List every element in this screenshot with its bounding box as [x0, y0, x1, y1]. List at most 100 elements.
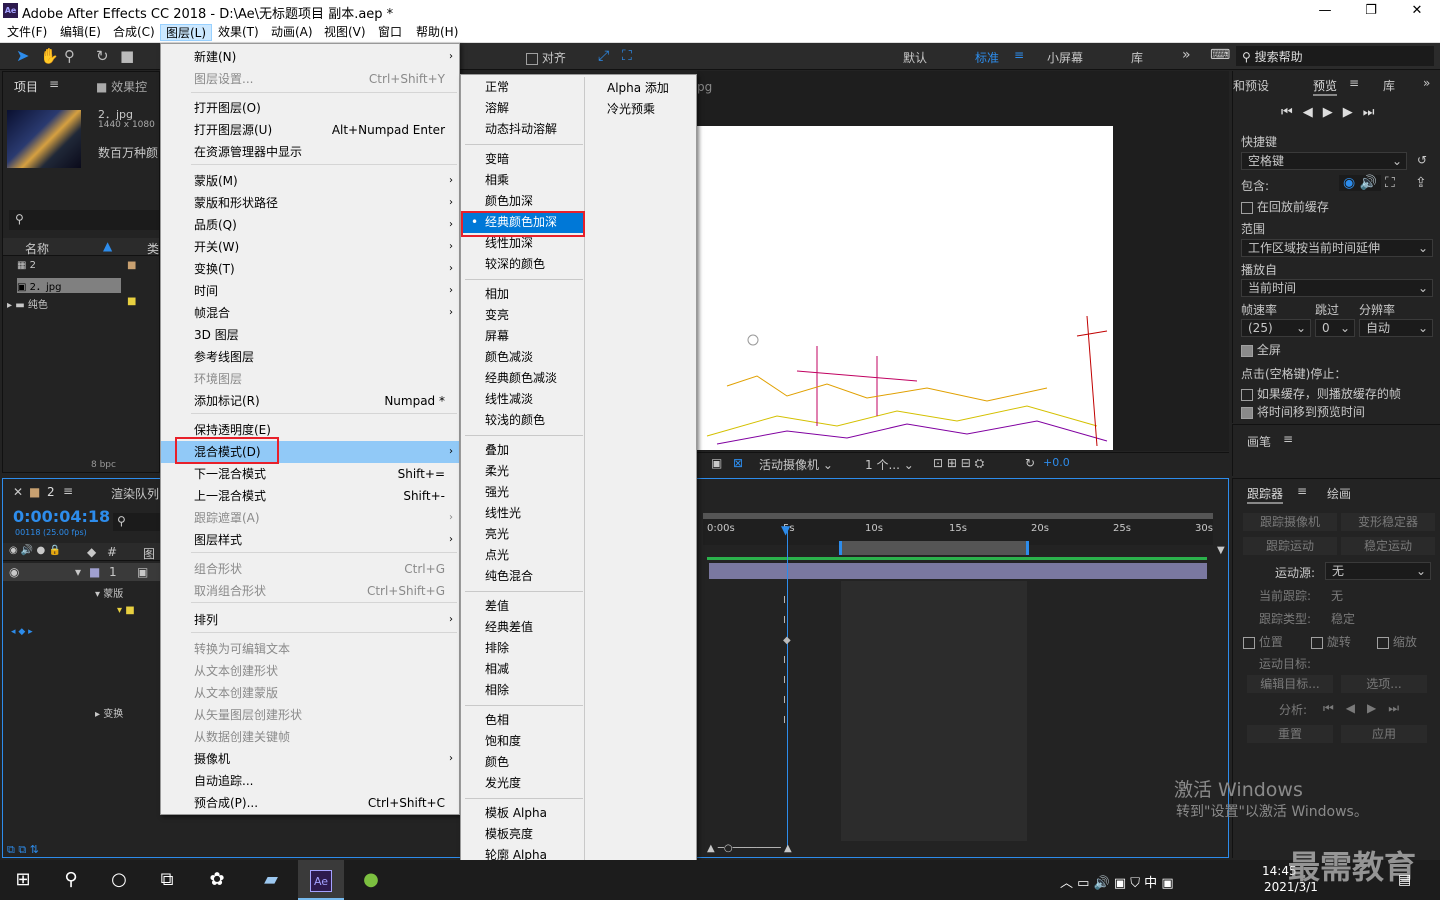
- paint-tab[interactable]: 绘画: [1327, 485, 1351, 502]
- include-video-icon[interactable]: ◉ 🔊: [1339, 175, 1382, 191]
- blend-mode-item[interactable]: 饱和度: [463, 731, 584, 752]
- more-tabs-icon[interactable]: »: [1423, 76, 1430, 90]
- panel-menu-icon[interactable]: ≡: [1349, 76, 1359, 90]
- current-track-value[interactable]: 无: [1331, 587, 1343, 604]
- layer-menu-item[interactable]: 参考线图层: [161, 346, 459, 368]
- include-overlay-icon[interactable]: ⛶: [1385, 175, 1395, 191]
- timeline-search[interactable]: ⚲: [113, 513, 161, 531]
- hand-tool-icon[interactable]: ✋: [40, 47, 59, 65]
- panel-menu-icon[interactable]: ≡: [63, 484, 73, 498]
- panel-menu-icon[interactable]: ≡: [1283, 432, 1293, 446]
- panel-menu-icon[interactable]: ≡: [49, 77, 59, 91]
- layer-row[interactable]: ◉ ▾ ■ 1 ▣: [3, 563, 161, 581]
- more-workspaces-icon[interactable]: »: [1182, 47, 1191, 63]
- composition-canvas[interactable]: [697, 126, 1113, 450]
- layer-duration-bar[interactable]: [709, 563, 1207, 579]
- options-button[interactable]: 选项...: [1341, 675, 1427, 693]
- layer-menu-item[interactable]: 帧混合 ›: [161, 302, 459, 324]
- project-search[interactable]: ⚲: [9, 210, 159, 230]
- notification-icon[interactable]: ▤: [1398, 872, 1411, 888]
- layer-menu-item[interactable]: 图层样式 ›: [161, 529, 459, 551]
- track-type-value[interactable]: 稳定: [1331, 610, 1355, 627]
- col-name[interactable]: 名称: [25, 240, 49, 257]
- layer-menu-item[interactable]: 打开图层(O): [161, 97, 459, 119]
- menu-window[interactable]: 窗口: [373, 24, 407, 41]
- panel-menu-icon[interactable]: ≡: [1297, 484, 1307, 498]
- project-row[interactable]: ▸ ▬ 纯色 ■: [7, 296, 136, 311]
- selection-tool-icon[interactable]: ➤: [16, 46, 29, 65]
- playhead-handle-icon[interactable]: ▼: [781, 523, 790, 537]
- close-icon[interactable]: ✕: [1394, 0, 1440, 22]
- render-queue-tab[interactable]: 渲染队列: [111, 485, 159, 502]
- blend-mode-item[interactable]: 颜色: [463, 752, 584, 773]
- blend-mode-item[interactable]: 柔光: [463, 461, 584, 482]
- search-icon[interactable]: ⚲: [48, 860, 94, 900]
- blend-mode-item[interactable]: 较浅的颜色: [463, 410, 584, 431]
- blend-mode-item[interactable]: 变暗: [463, 149, 584, 170]
- analyze-buttons[interactable]: ⏮◀▶⏭: [1323, 701, 1411, 716]
- workspace-standard[interactable]: 标准: [975, 49, 999, 66]
- layer-menu-item[interactable]: 蒙版(M) ›: [161, 170, 459, 192]
- blend-mode-item[interactable]: 动态抖动溶解: [463, 119, 584, 140]
- layer-menu-item[interactable]: 打开图层源(U) Alt+Numpad Enter: [161, 119, 459, 141]
- reset-exposure-icon[interactable]: ↻: [1025, 456, 1035, 470]
- minimize-icon[interactable]: —: [1302, 0, 1348, 22]
- visibility-icon[interactable]: ◉: [9, 565, 19, 579]
- range-dropdown[interactable]: 工作区域按当前时间延伸 ⌄: [1241, 239, 1433, 257]
- position-checkbox[interactable]: 位置: [1243, 633, 1283, 650]
- blend-mode-item[interactable]: 发光度: [463, 773, 584, 794]
- menu-file[interactable]: 文件(F): [2, 24, 52, 41]
- fast-preview-icon[interactable]: ⊡ ⊞ ⊟ ⛭: [933, 456, 984, 471]
- composition-viewer[interactable]: pg ▣: [697, 71, 1229, 473]
- layer-menu-item[interactable]: 新建(N) ›: [161, 46, 459, 68]
- blend-mode-item[interactable]: 相乘: [463, 170, 584, 191]
- workspace-library[interactable]: 库: [1131, 49, 1143, 66]
- blend-mode-item[interactable]: 相减: [463, 659, 584, 680]
- skip-dropdown[interactable]: 0 ⌄: [1315, 319, 1355, 337]
- sort-icon[interactable]: ▲: [103, 239, 112, 253]
- scale-checkbox[interactable]: 缩放: [1377, 633, 1417, 650]
- export-icon[interactable]: ⇪: [1415, 175, 1427, 191]
- mask-row[interactable]: ▾ ■: [117, 605, 135, 616]
- layer-menu-item[interactable]: 添加标记(R) Numpad *: [161, 390, 459, 412]
- camera-dropdown[interactable]: 活动摄像机 ⌄: [759, 456, 833, 473]
- reset-button[interactable]: 重置: [1247, 725, 1333, 743]
- menu-layer[interactable]: 图层(L): [160, 24, 213, 41]
- cortana-icon[interactable]: ○: [96, 860, 142, 900]
- blend-mode-item[interactable]: 排除: [463, 638, 584, 659]
- layer-menu-item[interactable]: 变换(T) ›: [161, 258, 459, 280]
- effects-tab[interactable]: ■ 效果控: [96, 78, 147, 95]
- exposure-value[interactable]: +0.0: [1043, 456, 1070, 469]
- blend-mode-item[interactable]: 正常: [463, 77, 584, 98]
- blend-mode-item[interactable]: 颜色减淡: [463, 347, 584, 368]
- menu-effect[interactable]: 效果(T): [213, 24, 264, 41]
- menu-edit[interactable]: 编辑(E): [55, 24, 106, 41]
- workspace-menu-icon[interactable]: ≡: [1014, 48, 1024, 62]
- after-effects-taskbar-icon[interactable]: Ae: [298, 860, 344, 900]
- move-time-checkbox[interactable]: 将时间移到预览时间: [1241, 403, 1365, 420]
- zoom-tool-icon[interactable]: ⚲: [64, 47, 75, 65]
- blend-mode-item[interactable]: 纯色混合: [463, 566, 584, 587]
- zoom-slider[interactable]: ▲ ─○──────── ▲: [707, 843, 792, 854]
- timeline-bottom-icons[interactable]: ⧉ ⧉ ⇅: [7, 843, 39, 857]
- tray-icons[interactable]: ︿ ▭ 🔊 ▣ ⛉ 中 ▣: [1060, 872, 1174, 891]
- blend-mode-item[interactable]: 经典差值: [463, 617, 584, 638]
- blend-mode-item[interactable]: 亮光: [463, 524, 584, 545]
- comp-marker-bin-icon[interactable]: ▼: [1217, 545, 1225, 556]
- project-tab[interactable]: 项目: [14, 78, 38, 95]
- track-camera-button[interactable]: 跟踪摄像机: [1243, 513, 1337, 531]
- blend-mode-item[interactable]: 差值: [463, 596, 584, 617]
- region-icon[interactable]: ▣: [711, 456, 722, 470]
- blend-mode-item[interactable]: 屏幕: [463, 326, 584, 347]
- layer-menu-item[interactable]: 在资源管理器中显示: [161, 141, 459, 163]
- blend-mode-item[interactable]: 冷光预乘: [585, 99, 695, 120]
- blend-mode-item[interactable]: 变亮: [463, 305, 584, 326]
- stabilize-motion-button[interactable]: 稳定运动: [1341, 537, 1435, 555]
- menu-view[interactable]: 视图(V): [319, 24, 371, 41]
- project-row[interactable]: ▦ 2 ■: [17, 260, 159, 271]
- blend-mode-item[interactable]: 模板亮度: [463, 824, 584, 845]
- keyframe-nav-icon[interactable]: ◂ ◆ ▸: [11, 627, 33, 637]
- green-app-icon[interactable]: ●: [348, 860, 394, 900]
- blend-mode-item[interactable]: 相加: [463, 284, 584, 305]
- track-motion-button[interactable]: 跟踪运动: [1243, 537, 1337, 555]
